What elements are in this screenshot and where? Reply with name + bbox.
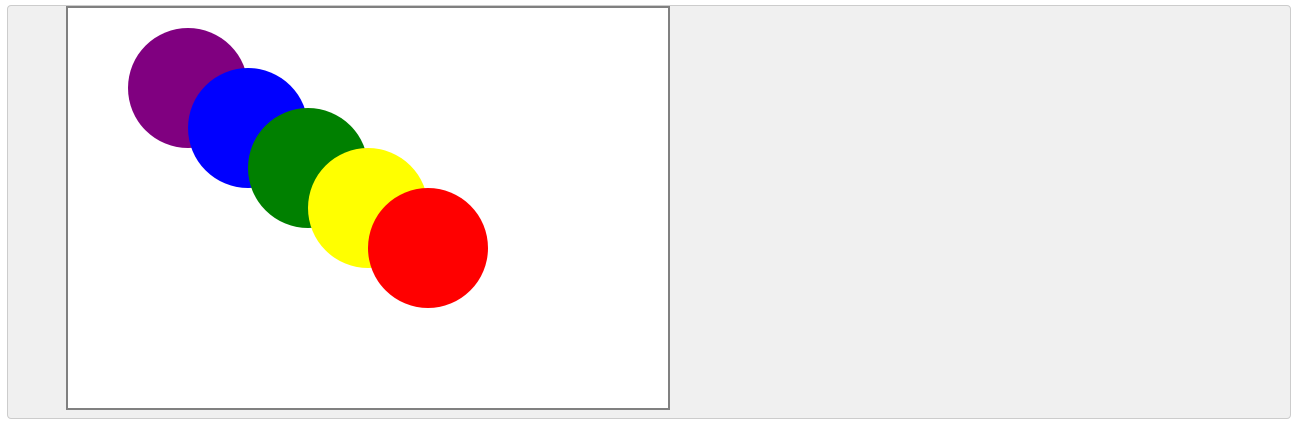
red-circle: [368, 188, 488, 308]
drawing-canvas[interactable]: [66, 6, 670, 410]
canvas-svg: [128, 28, 488, 308]
circle-layer: [128, 28, 488, 308]
